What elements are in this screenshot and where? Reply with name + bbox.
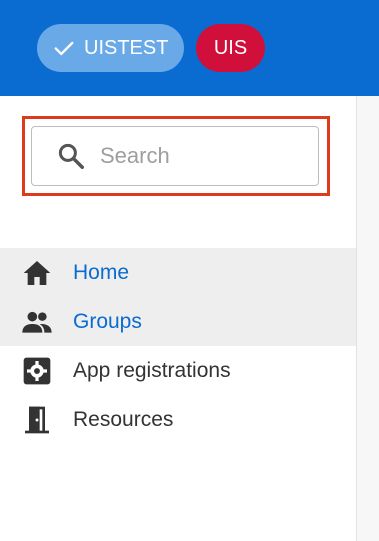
search-field[interactable] [31,126,319,186]
sidebar-item-label: App registrations [73,358,231,382]
groups-icon [19,307,55,337]
sidebar-item-resources[interactable]: Resources [0,395,356,444]
environment-chip-label: UISTEST [84,36,169,59]
gear-box-icon [19,356,55,386]
sidebar-item-label: Resources [73,407,174,431]
sidebar-nav: Home Groups App registrations Resources [0,248,356,444]
user-chip[interactable]: UIS [196,24,265,72]
sidebar-item-app-registrations[interactable]: App registrations [0,346,356,395]
check-icon [54,41,74,56]
sidebar-item-label: Home [73,260,130,284]
search-input[interactable] [100,143,300,169]
app-header: UISTEST UIS [0,0,379,96]
sidebar: Home Groups [0,96,356,541]
sidebar-item-groups[interactable]: Groups [0,297,356,346]
sidebar-item-label: Groups [73,309,142,333]
sidebar-item-home[interactable]: Home [0,248,356,297]
door-icon [19,405,55,435]
home-icon [19,258,55,288]
search-icon [58,143,84,169]
content-pane-edge [356,96,379,541]
environment-chip[interactable]: UISTEST [37,24,184,72]
user-chip-label: UIS [213,36,248,59]
